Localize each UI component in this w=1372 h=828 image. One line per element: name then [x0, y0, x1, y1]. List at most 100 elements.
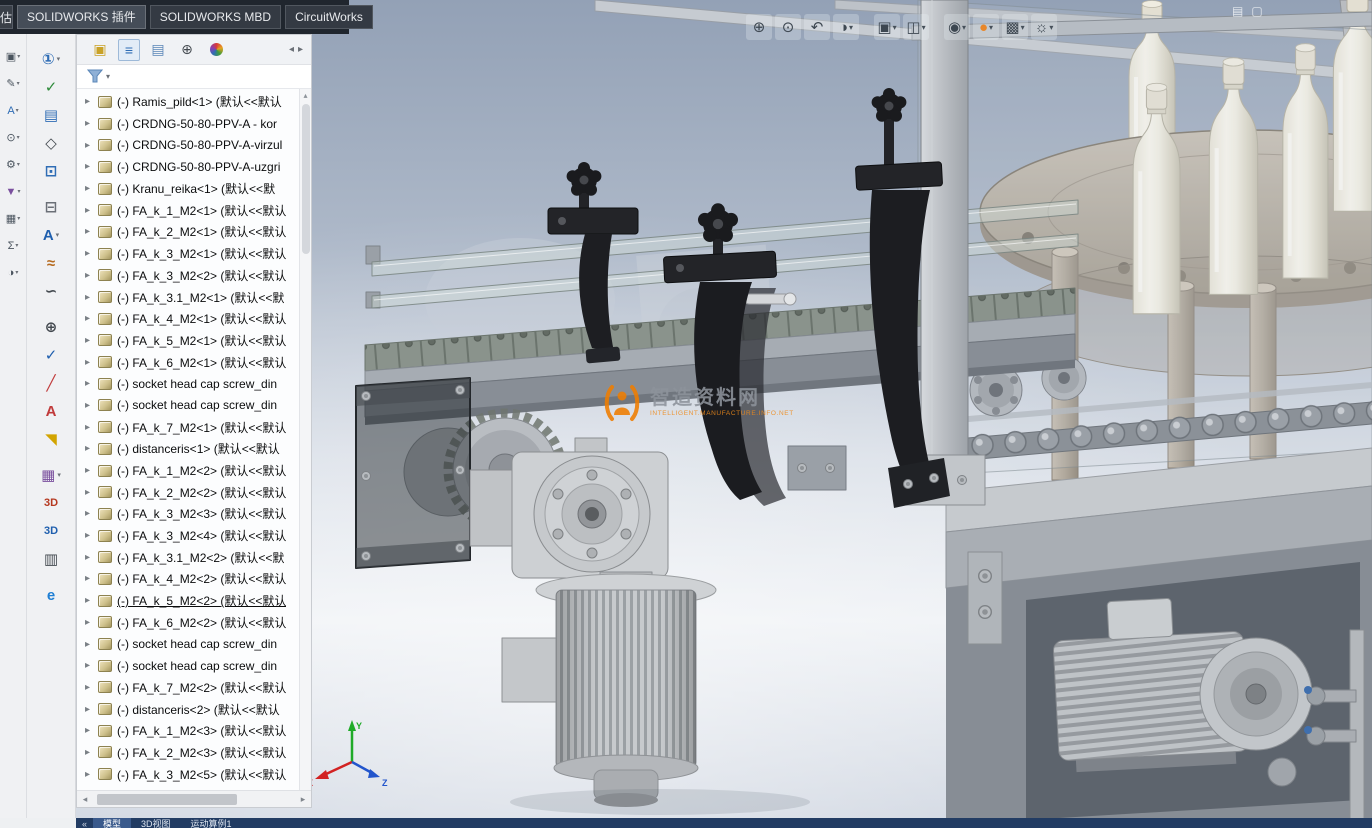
expand-arrow-icon[interactable]: ▸: [85, 660, 98, 671]
view-settings-button[interactable]: ☼ ▾: [1031, 14, 1057, 40]
horizontal-scroll-track[interactable]: [93, 791, 295, 807]
scroll-left-icon[interactable]: ◂: [77, 794, 93, 805]
expand-arrow-icon[interactable]: ▸: [85, 292, 98, 303]
spell-check-button[interactable]: ✓: [30, 74, 72, 100]
dimxpertmanager-tab[interactable]: ⊕: [176, 39, 198, 61]
expand-arrow-icon[interactable]: ▸: [85, 617, 98, 628]
tree-item[interactable]: ▸ (-) FA_k_5_M2<1> (默认<<默认: [77, 330, 299, 352]
model-tab-3[interactable]: 运动算例1: [181, 818, 242, 828]
tree-item[interactable]: ▸ (-) distanceris<2> (默认<<默认: [77, 698, 299, 720]
expand-arrow-icon[interactable]: ▸: [85, 248, 98, 259]
tree-item[interactable]: ▸ (-) CRDNG-50-80-PPV-A - kor: [77, 113, 299, 135]
assembly-top[interactable]: ▣: [89, 39, 111, 61]
apply-scene-button[interactable]: ▩ ▾: [1002, 14, 1028, 40]
edit-appearance-button[interactable]: ● ▾: [973, 14, 999, 40]
expand-arrow-icon[interactable]: ▸: [85, 573, 98, 584]
revision-flag-button[interactable]: ◥: [30, 426, 72, 452]
3d-pdf-publish-button[interactable]: 3D: [30, 518, 72, 544]
expand-arrow-icon[interactable]: ▸: [85, 270, 98, 281]
tab-scroll-right-icon[interactable]: ▸: [296, 44, 305, 55]
expand-arrow-icon[interactable]: ▸: [85, 118, 98, 129]
model-tab-1[interactable]: 模型: [93, 818, 132, 828]
tab-scroll-left-icon[interactable]: ◂: [287, 44, 296, 55]
tabs-back-icon[interactable]: «: [76, 818, 93, 828]
scroll-right-icon[interactable]: ▸: [295, 794, 311, 805]
tree-item[interactable]: ▸ (-) FA_k_3.1_M2<2> (默认<<默: [77, 546, 299, 568]
horizontal-scroll-thumb[interactable]: [97, 794, 237, 805]
expand-arrow-icon[interactable]: ▸: [85, 639, 98, 650]
tree-item[interactable]: ▸ (-) FA_k_5_M2<2> (默认<<默认: [77, 590, 299, 612]
annotation-flyout-button[interactable]: A ▾: [0, 98, 26, 123]
zoom-to-fit-button[interactable]: ⊙: [775, 14, 801, 40]
tree-item[interactable]: ▸ (-) socket head cap screw_din: [77, 655, 299, 677]
tree-item[interactable]: ▸ (-) socket head cap screw_din: [77, 633, 299, 655]
expand-arrow-icon[interactable]: ▸: [85, 769, 98, 780]
edrawings-publish-button[interactable]: e: [30, 582, 72, 608]
pane-float-icon[interactable]: ▢: [1251, 4, 1262, 18]
weld-symbol-button[interactable]: ≈: [30, 250, 72, 276]
tree-item[interactable]: ▸ (-) FA_k_7_M2<1> (默认<<默认: [77, 416, 299, 438]
tree-vertical-scrollbar[interactable]: ▴: [299, 89, 311, 790]
commandmanager-tab-partial[interactable]: 估: [0, 5, 14, 29]
expand-arrow-icon[interactable]: ▸: [85, 422, 98, 433]
vertical-scroll-thumb[interactable]: [301, 104, 310, 254]
balloon-button[interactable]: ① ▾: [30, 46, 72, 72]
commandmanager-tab-3[interactable]: CircuitWorks: [285, 5, 373, 29]
tree-item[interactable]: ▸ (-) FA_k_1_M2<1> (默认<<默认: [77, 199, 299, 221]
view-orientation-button[interactable]: ▣ ▾: [874, 14, 900, 40]
magnetic-line-button[interactable]: ⊟: [30, 194, 72, 220]
tree-item[interactable]: ▸ (-) FA_k_3.1_M2<1> (默认<<默: [77, 286, 299, 308]
expand-arrow-icon[interactable]: ▸: [85, 747, 98, 758]
tree-item[interactable]: ▸ (-) FA_k_3_M2<1> (默认<<默认: [77, 243, 299, 265]
sketch-flyout-button[interactable]: ✎ ▾: [0, 71, 26, 96]
mount-bracket[interactable]: [787, 445, 847, 491]
expand-arrow-icon[interactable]: ▸: [85, 335, 98, 346]
surface-finish-button[interactable]: ∽: [30, 278, 72, 304]
commandmanager-tab-2[interactable]: SOLIDWORKS MBD: [149, 5, 282, 29]
section-view-button[interactable]: ◑ ▾: [833, 14, 859, 40]
measure-flyout-button[interactable]: ▦ ▾: [0, 206, 26, 231]
scroll-up-icon[interactable]: ▴: [303, 91, 307, 100]
expand-arrow-icon[interactable]: ▸: [85, 161, 98, 172]
tree-item[interactable]: ▸ (-) Ramis_pild<1> (默认<<默认: [77, 91, 299, 113]
propertymanager-tab[interactable]: ▤: [147, 39, 169, 61]
cabinet-bracket[interactable]: [967, 551, 1003, 645]
expand-arrow-icon[interactable]: ▸: [85, 725, 98, 736]
tree-item[interactable]: ▸ (-) FA_k_6_M2<1> (默认<<默认: [77, 351, 299, 373]
orientation-flyout-button[interactable]: ▣ ▾: [0, 44, 26, 69]
design-check-button[interactable]: ✓: [30, 342, 72, 368]
expand-arrow-icon[interactable]: ▸: [85, 595, 98, 606]
section-flyout-button[interactable]: ◑ ▾: [0, 260, 26, 285]
expand-arrow-icon[interactable]: ▸: [85, 465, 98, 476]
tree-item[interactable]: ▸ (-) socket head cap screw_din: [77, 395, 299, 417]
tree-item[interactable]: ▸ (-) FA_k_4_M2<2> (默认<<默认: [77, 568, 299, 590]
tree-item[interactable]: ▸ (-) distanceris<1> (默认<<默认: [77, 438, 299, 460]
expand-arrow-icon[interactable]: ▸: [85, 378, 98, 389]
tree-item[interactable]: ▸ (-) FA_k_1_M2<3> (默认<<默认: [77, 720, 299, 742]
mass-props-flyout-button[interactable]: Σ ▾: [0, 233, 26, 258]
model-tab-2[interactable]: 3D视图: [131, 818, 181, 828]
tree-item[interactable]: ▸ (-) Kranu_reika<1> (默认<<默: [77, 178, 299, 200]
hide-show-items-button[interactable]: ◉ ▾: [944, 14, 970, 40]
zoom-in-button[interactable]: ⊕: [746, 14, 772, 40]
dimension-set-button[interactable]: ▥: [30, 546, 72, 572]
filter-flyout-button[interactable]: ▼ ▾: [0, 179, 26, 204]
geometric-tolerance-button[interactable]: ⊕: [30, 314, 72, 340]
format-text-button[interactable]: A: [30, 398, 72, 424]
featuremanager-tab[interactable]: ≡: [118, 38, 140, 61]
settings-flyout-button[interactable]: ⚙ ▾: [0, 152, 26, 177]
tree-item[interactable]: ▸ (-) FA_k_2_M2<3> (默认<<默认: [77, 742, 299, 764]
general-table-button[interactable]: ▦ ▾: [30, 462, 72, 488]
tree-item[interactable]: ▸ (-) FA_k_2_M2<2> (默认<<默认: [77, 481, 299, 503]
auto-balloon-button[interactable]: ⊡: [30, 158, 72, 184]
expand-arrow-icon[interactable]: ▸: [85, 682, 98, 693]
filter-funnel-icon[interactable]: [87, 69, 103, 84]
evaluate-flyout-button[interactable]: ⊙ ▾: [0, 125, 26, 150]
tree-item[interactable]: ▸ (-) FA_k_3_M2<3> (默认<<默认: [77, 503, 299, 525]
expand-arrow-icon[interactable]: ▸: [85, 400, 98, 411]
tree-item[interactable]: ▸ (-) FA_k_4_M2<1> (默认<<默认: [77, 308, 299, 330]
expand-arrow-icon[interactable]: ▸: [85, 487, 98, 498]
tree-item[interactable]: ▸ (-) FA_k_3_M2<4> (默认<<默认: [77, 525, 299, 547]
tree-item[interactable]: ▸ (-) FA_k_3_M2<2> (默认<<默认: [77, 265, 299, 287]
expand-arrow-icon[interactable]: ▸: [85, 183, 98, 194]
